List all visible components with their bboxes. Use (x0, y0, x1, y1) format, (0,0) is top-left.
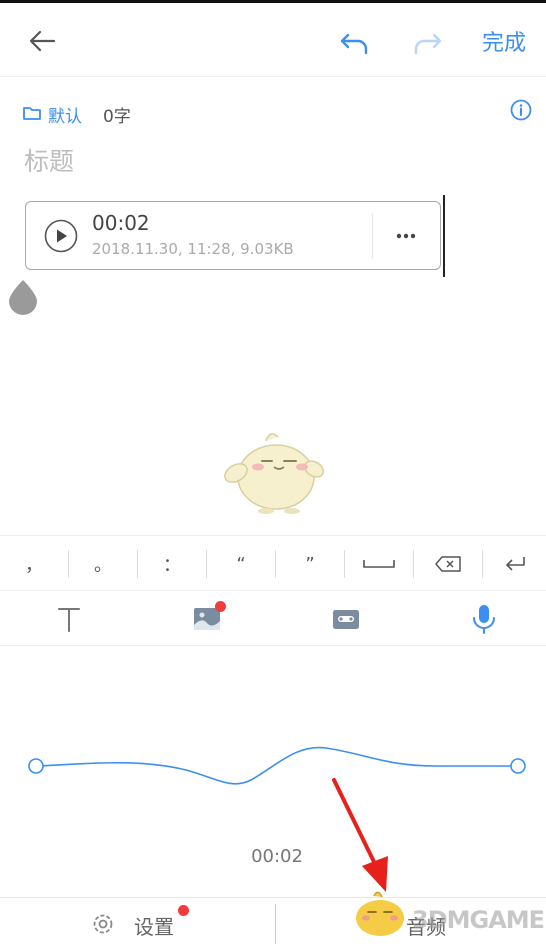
punct-key-period[interactable]: 。 (69, 536, 137, 592)
cassette-icon (333, 610, 359, 629)
recording-waveform (26, 728, 528, 798)
punctuation-bar: ， 。 ： “ ” (0, 535, 546, 591)
watermark-logo: 3DMGAME (412, 906, 545, 934)
redo-button[interactable] (410, 25, 446, 61)
word-count: 0字 (103, 107, 131, 127)
back-arrow-icon (29, 30, 56, 52)
annotation-arrow (320, 772, 410, 900)
more-button[interactable] (384, 216, 428, 256)
settings-badge (178, 905, 189, 916)
back-button[interactable] (22, 23, 62, 63)
folder-icon[interactable] (22, 103, 42, 123)
bottom-divider (275, 904, 276, 944)
more-dots-icon (396, 233, 416, 239)
info-icon[interactable] (509, 98, 533, 122)
settings-button[interactable]: 设置 (134, 911, 174, 940)
mini-mascot-logo (350, 888, 408, 938)
done-button[interactable]: 完成 (482, 25, 526, 57)
voice-record-button[interactable] (466, 601, 502, 637)
microphone-icon (473, 605, 495, 634)
text-cursor (443, 195, 445, 277)
waveform-start-point (28, 758, 44, 774)
audio-attach-button[interactable] (328, 601, 364, 637)
undo-icon (340, 33, 368, 55)
editor-header: 完成 (0, 3, 546, 77)
punct-key-open-quote[interactable]: “ (207, 536, 275, 592)
card-divider (372, 214, 373, 258)
play-button[interactable] (44, 219, 78, 253)
gear-icon[interactable] (90, 911, 116, 937)
text-format-button[interactable] (51, 601, 87, 637)
space-key[interactable] (345, 536, 413, 592)
waveform-end-point (510, 758, 526, 774)
audio-attachment-card[interactable]: 00:02 2018.11.30, 11:28, 9.03KB (25, 201, 441, 270)
space-icon (363, 560, 395, 568)
category-label[interactable]: 默认 (48, 102, 82, 127)
backspace-icon (435, 556, 461, 572)
title-input[interactable]: 标题 (24, 142, 74, 178)
format-toolbar (0, 591, 546, 646)
selection-handle[interactable] (7, 278, 39, 316)
enter-icon (505, 557, 525, 571)
backspace-key[interactable] (414, 536, 482, 592)
undo-button[interactable] (336, 25, 372, 61)
punct-key-comma[interactable]: ， (0, 536, 68, 592)
enter-key[interactable] (483, 536, 546, 592)
image-badge (215, 601, 226, 612)
audio-duration: 00:02 (92, 211, 150, 235)
punct-key-colon[interactable]: ： (138, 536, 206, 592)
play-icon (44, 219, 78, 253)
mascot-illustration (218, 427, 328, 515)
audio-meta: 2018.11.30, 11:28, 9.03KB (92, 240, 294, 258)
redo-icon (414, 33, 442, 55)
recording-elapsed: 00:02 (251, 846, 303, 867)
punct-key-close-quote[interactable]: ” (276, 536, 344, 592)
text-format-icon (58, 608, 80, 632)
